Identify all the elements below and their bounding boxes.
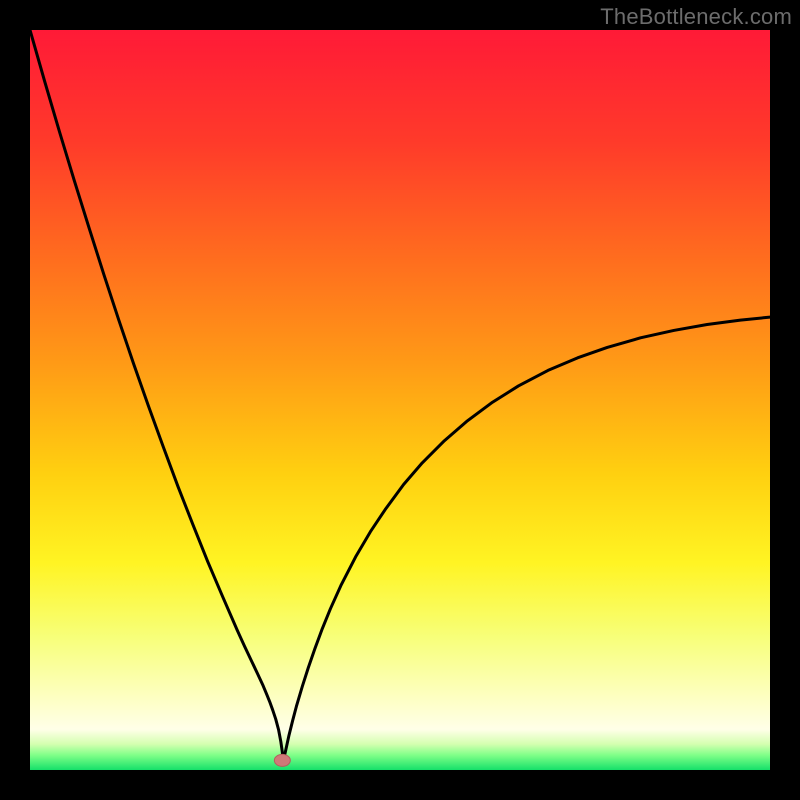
optimal-point-marker — [274, 754, 290, 766]
bottleneck-chart — [30, 30, 770, 770]
watermark-text: TheBottleneck.com — [600, 4, 792, 30]
chart-frame — [30, 30, 770, 770]
gradient-background — [30, 30, 770, 770]
